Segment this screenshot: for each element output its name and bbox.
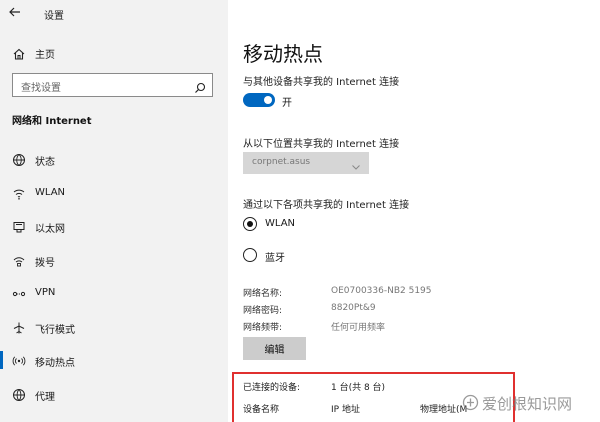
share-over-label: 通过以下各项共享我的 Internet 连接 — [243, 200, 410, 211]
toggle-state-label: 开 — [282, 98, 292, 109]
vpn-icon — [12, 286, 26, 300]
sidebar-item-home[interactable]: 主页 — [0, 42, 228, 64]
title-bar: 设置 — [0, 0, 228, 26]
share-toggle[interactable] — [243, 93, 275, 107]
edit-button[interactable]: 编辑 — [243, 337, 306, 360]
sidebar-item-hotspot[interactable]: 移动热点 — [0, 348, 228, 372]
sidebar-item-airplane[interactable]: 飞行模式 — [0, 315, 228, 339]
sidebar-item-status[interactable]: 状态 — [0, 147, 228, 171]
network-name-key: 网络名称: — [243, 289, 283, 299]
chevron-down-icon — [351, 157, 361, 170]
radio-option-bluetooth[interactable]: 蓝牙 — [243, 248, 443, 264]
source-connection-label: 从以下位置共享我的 Internet 连接 — [243, 139, 400, 150]
radio-option-wlan[interactable]: WLAN — [243, 217, 443, 233]
network-name-value: OE0700336-NB2 5195 — [331, 286, 432, 296]
dialup-icon — [12, 253, 26, 267]
search-icon — [194, 79, 206, 93]
source-connection-dropdown[interactable]: corpnet.asus — [243, 152, 369, 174]
connected-devices-count: 1 台(共 8 台) — [331, 383, 386, 393]
sidebar-item-label: 以太网 — [35, 224, 65, 235]
toggle-knob — [264, 96, 272, 104]
network-band-value: 任何可用频率 — [331, 323, 386, 333]
devices-table-header: 设备名称 IP 地址 物理地址(M — [243, 402, 523, 416]
sidebar-item-vpn[interactable]: VPN — [0, 281, 228, 305]
sidebar-item-dialup[interactable]: 拨号 — [0, 248, 228, 272]
proxy-globe-icon — [12, 387, 26, 401]
globe-status-icon — [12, 152, 26, 166]
sidebar-item-label: 拨号 — [35, 258, 55, 269]
sidebar-item-label: VPN — [35, 287, 56, 298]
airplane-icon — [12, 320, 26, 334]
sidebar-item-label: WLAN — [35, 187, 66, 198]
radio-button[interactable] — [243, 248, 257, 262]
active-indicator — [0, 351, 3, 369]
sidebar-item-wlan[interactable]: WLAN — [0, 181, 228, 205]
network-password-row: 网络密码: 8820Pt&9 — [243, 303, 583, 317]
network-band-row: 网络频带: 任何可用频率 — [243, 320, 583, 334]
network-band-key: 网络频带: — [243, 323, 283, 333]
connected-devices-label: 已连接的设备: — [243, 383, 301, 393]
share-connection-label: 与其他设备共享我的 Internet 连接 — [243, 77, 400, 88]
sidebar-item-label: 飞行模式 — [35, 325, 75, 336]
ethernet-icon — [12, 219, 26, 233]
network-password-value: 8820Pt&9 — [331, 303, 376, 313]
section-title: 网络和 Internet — [12, 116, 92, 127]
radio-button-checked[interactable] — [243, 217, 257, 231]
sidebar-item-label: 状态 — [35, 157, 55, 168]
main-panel: 移动热点 与其他设备共享我的 Internet 连接 开 从以下位置共享我的 I… — [228, 0, 600, 422]
sidebar-item-proxy[interactable]: 代理 — [0, 382, 228, 406]
column-device-name: 设备名称 — [243, 405, 280, 415]
back-arrow-icon[interactable] — [8, 5, 24, 21]
network-name-row: 网络名称: OE0700336-NB2 5195 — [243, 286, 583, 300]
watermark-text: 爱创根知识网 — [482, 395, 573, 413]
dropdown-value: corpnet.asus — [252, 157, 311, 167]
connected-devices-row: 已连接的设备: 1 台(共 8 台) — [243, 380, 523, 394]
sidebar-item-label: 移动热点 — [35, 358, 75, 369]
watermark-logo-icon — [462, 394, 479, 411]
search-placeholder: 查找设置 — [21, 83, 61, 94]
column-ip-address: IP 地址 — [331, 405, 360, 415]
sidebar-home-label: 主页 — [35, 50, 55, 61]
hotspot-icon — [12, 353, 26, 367]
page-title: 移动热点 — [243, 42, 323, 66]
network-password-key: 网络密码: — [243, 306, 283, 316]
sidebar-item-label: 代理 — [35, 392, 55, 403]
column-mac-address: 物理地址(M — [420, 405, 468, 415]
window-title: 设置 — [44, 11, 64, 22]
sidebar: 设置 主页 查找设置 网络和 Internet 状态 WLAN 以太网 拨号 V… — [0, 0, 228, 422]
home-icon — [12, 46, 26, 60]
radio-label-bluetooth: 蓝牙 — [265, 253, 285, 264]
search-input[interactable]: 查找设置 — [12, 73, 213, 97]
sidebar-item-ethernet[interactable]: 以太网 — [0, 214, 228, 238]
radio-label-wlan: WLAN — [265, 218, 296, 229]
wifi-icon — [12, 186, 26, 200]
